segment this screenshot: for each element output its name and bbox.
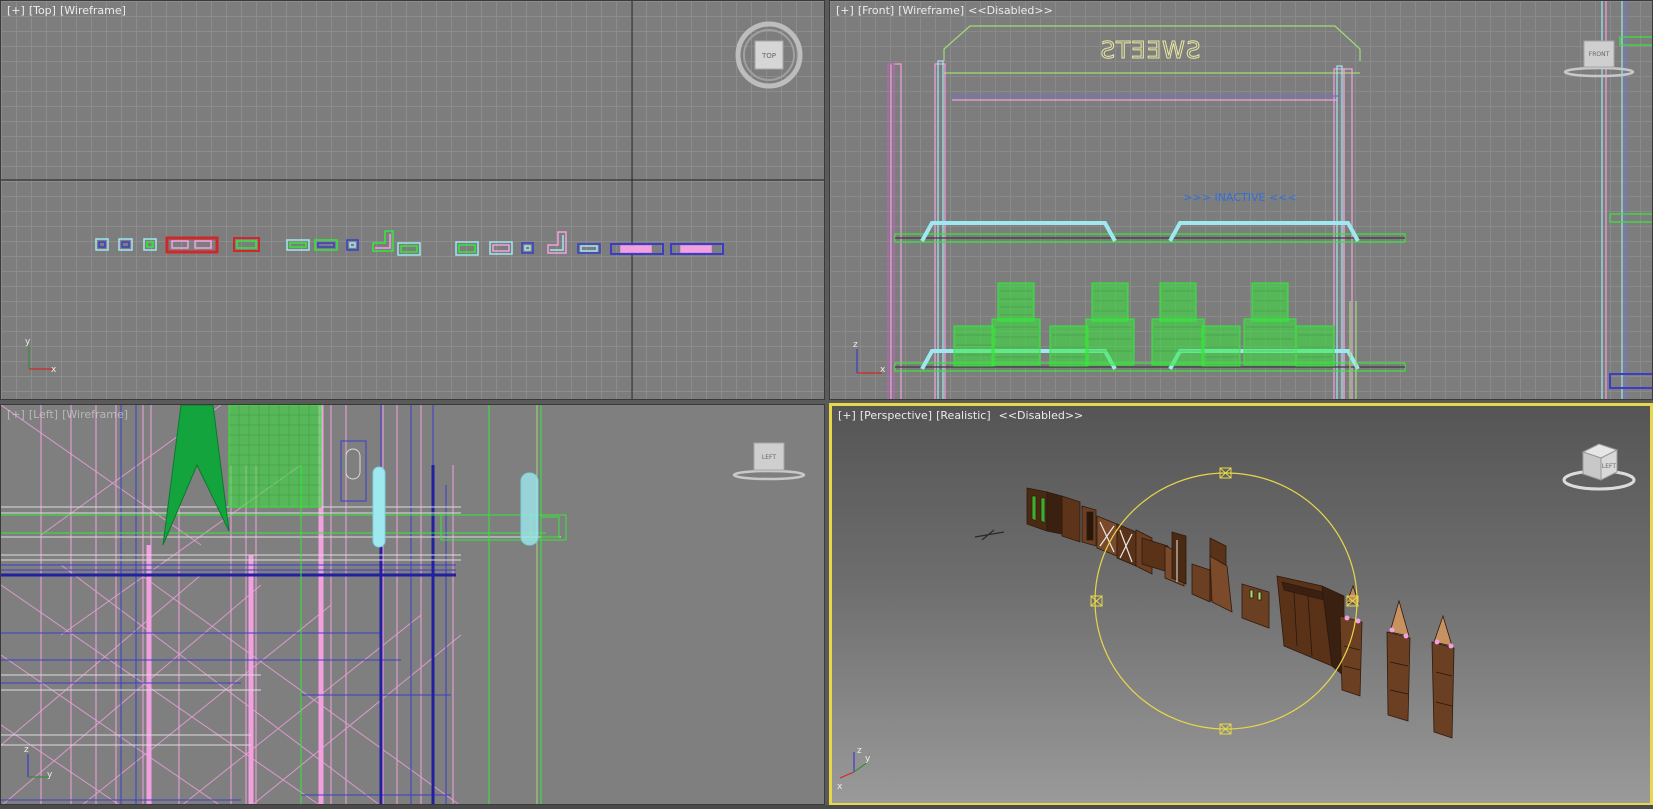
viewport-disabled-label: <<Disabled>>	[998, 409, 1084, 422]
top-objects	[95, 230, 724, 256]
viewport-label: [+] [Front] [Wireframe] <<Disabled>>	[836, 4, 1057, 17]
axis-tripod	[28, 346, 53, 370]
view-cube-face-label: LEFT	[1602, 463, 1616, 470]
viewport-point-of-view-label[interactable]: [Perspective]	[860, 409, 932, 422]
inactive-text: >>> INACTIVE <<<	[1183, 191, 1296, 204]
axis-y-label: y	[865, 754, 871, 764]
viewport-label: [+] [Top] [Wireframe]	[7, 4, 130, 17]
top-scene: y x	[1, 1, 824, 399]
crate-mass	[162, 405, 322, 546]
axis-tripod	[856, 349, 882, 374]
bottom-divider	[0, 805, 1653, 809]
axis-z-label: z	[857, 746, 862, 756]
view-cube[interactable]: FRONT	[1562, 39, 1636, 79]
view-cube-face-label: TOP	[761, 52, 776, 60]
viewport-point-of-view-label[interactable]: [Top]	[29, 4, 56, 17]
viewport-menu-plus[interactable]: [+]	[836, 4, 854, 17]
viewport-shading-label[interactable]: [Realistic]	[936, 409, 991, 422]
viewport-label: [+] [Left] [Wireframe]	[7, 408, 132, 421]
view-cube-face-label: FRONT	[1589, 51, 1610, 58]
viewport-point-of-view-label[interactable]: [Left]	[29, 408, 58, 421]
left-scene: z y	[1, 405, 567, 804]
axis-y-label: y	[47, 770, 53, 780]
viewport-perspective[interactable]: [+] [Perspective] [Realistic] <<Disabled>>	[829, 403, 1653, 806]
viewport-left[interactable]: [+] [Left] [Wireframe] z y LEFT	[0, 404, 825, 805]
viewport-point-of-view-label[interactable]: [Front]	[858, 4, 894, 17]
view-cube[interactable]: TOP	[735, 21, 803, 89]
viewport-menu-plus[interactable]: [+]	[7, 408, 25, 421]
viewport-shading-label[interactable]: [Wireframe]	[60, 4, 126, 17]
axis-x-label: x	[837, 782, 843, 792]
viewport-disabled-label: <<Disabled>>	[968, 4, 1053, 17]
sign-text: SWEETS	[1099, 38, 1200, 64]
viewport-menu-plus[interactable]: [+]	[7, 4, 25, 17]
front-scene: SWEETS >>> INACTIVE <<< z x	[853, 1, 1652, 399]
perspective-scene: z y x	[837, 467, 1455, 792]
axis-x-label: x	[880, 365, 886, 375]
axis-z-label: z	[24, 745, 29, 755]
viewport-shading-label[interactable]: [Wireframe]	[62, 408, 128, 421]
viewport-front[interactable]: [+] [Front] [Wireframe] <<Disabled>> SWE…	[829, 0, 1653, 400]
camera-icon	[974, 529, 1005, 541]
view-cube[interactable]: LEFT	[731, 441, 807, 483]
axis-z-label: z	[853, 340, 858, 350]
view-cube[interactable]: LEFT	[1561, 436, 1637, 492]
viewport-shading-label[interactable]: [Wireframe]	[898, 4, 964, 17]
viewport-menu-plus[interactable]: [+]	[838, 409, 856, 422]
viewport-label: [+] [Perspective] [Realistic] <<Disabled>>	[838, 409, 1087, 422]
view-cube-face-label: LEFT	[762, 454, 776, 461]
furniture-row	[1026, 487, 1455, 739]
crates	[953, 282, 1335, 367]
axis-x-label: x	[51, 365, 57, 375]
axis-tripod	[839, 752, 869, 779]
axis-y-label: y	[25, 337, 31, 347]
viewport-top[interactable]: [+] [Top] [Wireframe] y x TOP	[0, 0, 825, 400]
left-top-mid-shape	[340, 440, 367, 502]
